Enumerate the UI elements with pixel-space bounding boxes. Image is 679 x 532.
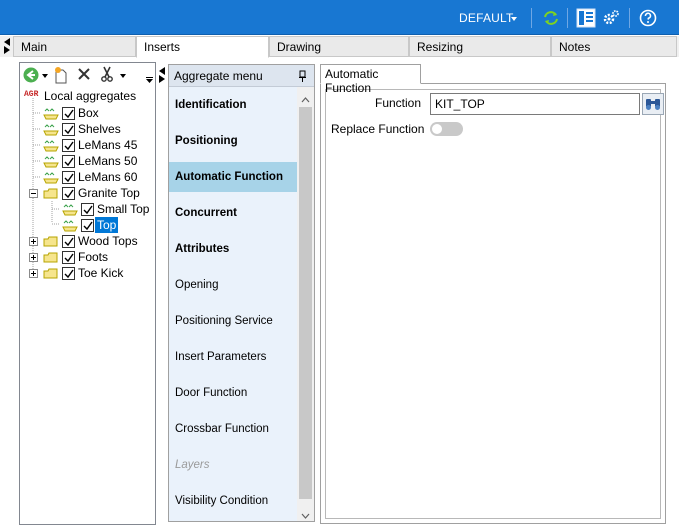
tab-notes[interactable]: Notes xyxy=(551,36,677,57)
checkbox[interactable] xyxy=(62,139,75,152)
help-icon[interactable] xyxy=(639,9,657,27)
aggregate-menu-title: Aggregate menu xyxy=(174,69,263,83)
profile-selector[interactable]: DEFAULT xyxy=(459,11,514,25)
tree-item[interactable]: Toe Kick xyxy=(20,265,155,281)
tree-item[interactable]: Granite Top xyxy=(20,185,155,201)
menu-scrollbar[interactable] xyxy=(297,87,314,521)
aggregate-menu-list: Identification Positioning Automatic Fun… xyxy=(169,87,297,521)
tree-item[interactable]: Small Top xyxy=(20,201,155,217)
tree-item-selected[interactable]: Top xyxy=(20,217,155,233)
menu-item-crossbar-function[interactable]: Crossbar Function xyxy=(169,414,297,444)
browse-button[interactable] xyxy=(642,93,664,115)
pin-icon[interactable] xyxy=(298,70,307,85)
new-item-icon[interactable] xyxy=(53,66,69,87)
checkbox[interactable] xyxy=(62,267,75,280)
replace-function-toggle[interactable] xyxy=(430,122,463,136)
aggregates-panel: AGR Local aggregates Box Shelves LeMans … xyxy=(19,62,156,525)
checkbox[interactable] xyxy=(62,155,75,168)
overflow-icon[interactable] xyxy=(145,71,154,87)
expand-toggle-icon[interactable] xyxy=(29,253,38,262)
menu-item-layers: Layers xyxy=(175,459,210,471)
chevron-down-icon[interactable] xyxy=(42,74,48,78)
tree-item[interactable]: Box xyxy=(20,105,155,121)
function-label: Function xyxy=(375,96,422,110)
tree-item[interactable]: LeMans 60 xyxy=(20,169,155,185)
checkbox[interactable] xyxy=(81,203,94,216)
refresh-icon[interactable] xyxy=(542,9,560,27)
scroll-down-icon[interactable] xyxy=(301,508,310,522)
tree-toolbar xyxy=(20,63,155,87)
tree-item-label: Top xyxy=(95,217,119,233)
collapse-arrows-icon[interactable] xyxy=(2,37,12,58)
tree-item-label: Toe Kick xyxy=(78,266,124,280)
automatic-function-panel: Function KIT_TOP Replace Function xyxy=(320,83,666,524)
menu-item-positioning-service[interactable]: Positioning Service xyxy=(169,306,297,336)
toolbar-separator xyxy=(531,8,532,28)
tree-item[interactable]: Wood Tops xyxy=(20,233,155,249)
tab-resizing[interactable]: Resizing xyxy=(409,36,551,57)
tab-automatic-function[interactable]: Automatic Function xyxy=(320,64,421,95)
aggregate-menu-header: Aggregate menu xyxy=(169,65,314,87)
scroll-up-icon[interactable] xyxy=(301,92,310,106)
expand-toggle-icon[interactable] xyxy=(29,269,38,278)
binoculars-icon xyxy=(646,99,660,110)
menu-item-insert-parameters[interactable]: Insert Parameters xyxy=(169,342,297,372)
tree-item[interactable]: LeMans 45 xyxy=(20,137,155,153)
menu-item-concurrent[interactable]: Concurrent xyxy=(169,198,297,228)
tab-bar: Main Inserts Drawing Resizing Notes xyxy=(0,36,679,58)
toolbar-separator xyxy=(567,8,568,28)
aggregate-menu-panel: Aggregate menu Identification Positionin… xyxy=(168,64,315,522)
replace-function-label: Replace Function xyxy=(331,122,425,136)
tree-item[interactable]: Shelves xyxy=(20,121,155,137)
checkbox[interactable] xyxy=(62,235,75,248)
checkbox[interactable] xyxy=(62,171,75,184)
menu-item-opening[interactable]: Opening xyxy=(169,270,297,300)
menu-item-identification[interactable]: Identification xyxy=(169,90,297,120)
menu-item-automatic-function[interactable]: Automatic Function xyxy=(169,162,297,192)
checkbox[interactable] xyxy=(62,251,75,264)
scroll-thumb[interactable] xyxy=(299,107,312,499)
collapse-toggle-icon[interactable] xyxy=(29,189,38,198)
tree-item-label: Small Top xyxy=(97,202,150,216)
tree-item-label: LeMans 50 xyxy=(78,154,138,168)
tree-item-label: LeMans 45 xyxy=(78,138,138,152)
chevron-down-icon[interactable] xyxy=(511,17,517,21)
tree-item-label: Shelves xyxy=(78,122,121,136)
menu-item-visibility-condition[interactable]: Visibility Condition xyxy=(169,486,297,516)
menu-item-door-function[interactable]: Door Function xyxy=(169,378,297,408)
collapse-arrows-icon[interactable] xyxy=(157,66,167,87)
settings-icon[interactable] xyxy=(602,9,620,27)
tree-item-label: LeMans 60 xyxy=(78,170,138,184)
checkbox[interactable] xyxy=(62,123,75,136)
tree-item[interactable]: LeMans 50 xyxy=(20,153,155,169)
checkbox[interactable] xyxy=(62,187,75,200)
function-input[interactable]: KIT_TOP xyxy=(430,93,640,115)
folder-icon xyxy=(42,267,60,283)
tab-drawing[interactable]: Drawing xyxy=(269,36,409,57)
toolbar-separator xyxy=(629,8,630,28)
tab-inserts[interactable]: Inserts xyxy=(136,36,269,58)
tree-item-label: Wood Tops xyxy=(78,234,138,248)
tab-main[interactable]: Main xyxy=(13,36,136,57)
tree-item[interactable]: Foots xyxy=(20,249,155,265)
menu-item-positioning[interactable]: Positioning xyxy=(169,126,297,156)
tree-item-label: Box xyxy=(78,106,99,120)
title-bar: DEFAULT xyxy=(0,0,679,35)
chevron-down-icon[interactable] xyxy=(120,74,126,78)
cut-icon[interactable] xyxy=(100,66,114,85)
checkbox[interactable] xyxy=(62,107,75,120)
tree-item-label: Granite Top xyxy=(78,186,140,200)
delete-icon[interactable] xyxy=(77,67,91,84)
tree-item-label: Foots xyxy=(78,250,109,264)
toggle-knob xyxy=(432,124,442,134)
automatic-function-form: Function KIT_TOP Replace Function xyxy=(325,89,664,519)
layout-icon[interactable] xyxy=(576,8,596,28)
checkbox[interactable] xyxy=(81,219,94,232)
expand-toggle-icon[interactable] xyxy=(29,237,38,246)
back-arrow-icon[interactable] xyxy=(23,67,39,86)
menu-item-attributes[interactable]: Attributes xyxy=(169,234,297,264)
